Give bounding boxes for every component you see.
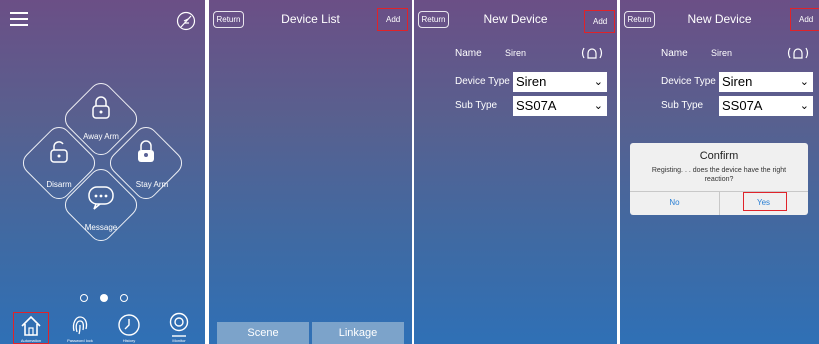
siren-icon	[787, 47, 809, 59]
nav-label-automation: Automation	[20, 338, 42, 343]
home-screen: Away Arm Disarm Stay Arm Message Automat…	[0, 0, 205, 344]
hamburger-icon[interactable]	[10, 12, 28, 26]
stay-arm-label: Stay Arm	[135, 180, 169, 189]
sub-type-select[interactable]: SS07A ⌄	[719, 96, 813, 116]
device-type-label: Device Type	[455, 76, 510, 87]
name-label: Name	[661, 48, 688, 59]
nav-label-monitor: Monitor	[172, 338, 186, 343]
nav-label-history: History	[122, 338, 136, 343]
chevron-down-icon: ⌄	[593, 100, 603, 112]
clock-icon[interactable]	[117, 313, 141, 337]
name-value: Siren	[711, 48, 733, 58]
sub-type-value: SS07A	[722, 98, 763, 113]
camera-icon[interactable]	[168, 312, 190, 338]
add-button[interactable]: Add	[386, 15, 400, 24]
sub-type-value: SS07A	[516, 98, 557, 113]
name-label: Name	[455, 48, 482, 59]
device-type-value: Siren	[722, 74, 753, 89]
away-arm-label: Away Arm	[83, 132, 119, 141]
dialog-message: Registing. . . does the device have the …	[651, 167, 787, 183]
sub-type-select[interactable]: SS07A ⌄	[513, 96, 607, 116]
sub-type-label: Sub Type	[455, 100, 498, 111]
yes-button[interactable]: Yes	[719, 198, 808, 207]
home-icon[interactable]	[19, 314, 43, 338]
siren-icon	[581, 47, 603, 59]
chevron-down-icon: ⌄	[593, 76, 603, 88]
no-button[interactable]: No	[630, 198, 719, 207]
name-value: Siren	[505, 48, 527, 58]
lock-user-icon	[138, 140, 154, 162]
device-list-screen: Return Device List Add Scene Linkage	[209, 0, 412, 344]
feather-icon[interactable]	[176, 11, 196, 31]
device-type-select[interactable]: Siren ⌄	[513, 72, 607, 92]
page-dot[interactable]	[120, 294, 128, 302]
lock-open-icon	[50, 141, 68, 163]
add-button[interactable]: Add	[799, 15, 813, 24]
device-type-select[interactable]: Siren ⌄	[719, 72, 813, 92]
page-dot-active[interactable]	[100, 294, 108, 302]
dialog-title: Confirm	[699, 150, 739, 162]
message-label: Message	[84, 223, 118, 232]
page-dot[interactable]	[80, 294, 88, 302]
new-device-screen: Return New Device Add Name Siren Device …	[414, 0, 617, 344]
add-button[interactable]: Add	[593, 17, 607, 26]
device-type-label: Device Type	[661, 76, 716, 87]
chevron-down-icon: ⌄	[799, 100, 809, 112]
confirm-screen: Return New Device Add Name Siren Device …	[620, 0, 819, 344]
lock-closed-icon	[92, 96, 110, 119]
tab-linkage[interactable]: Linkage	[312, 322, 404, 344]
fingerprint-icon[interactable]	[68, 313, 92, 337]
chevron-down-icon: ⌄	[799, 76, 809, 88]
chat-bubble-icon	[88, 186, 114, 210]
device-type-value: Siren	[516, 74, 547, 89]
confirm-dialog: Confirm Registing. . . does the device h…	[630, 143, 808, 215]
tab-scene[interactable]: Scene	[217, 322, 309, 344]
nav-label-password-lock: Password lock	[67, 338, 93, 343]
sub-type-label: Sub Type	[661, 100, 704, 111]
